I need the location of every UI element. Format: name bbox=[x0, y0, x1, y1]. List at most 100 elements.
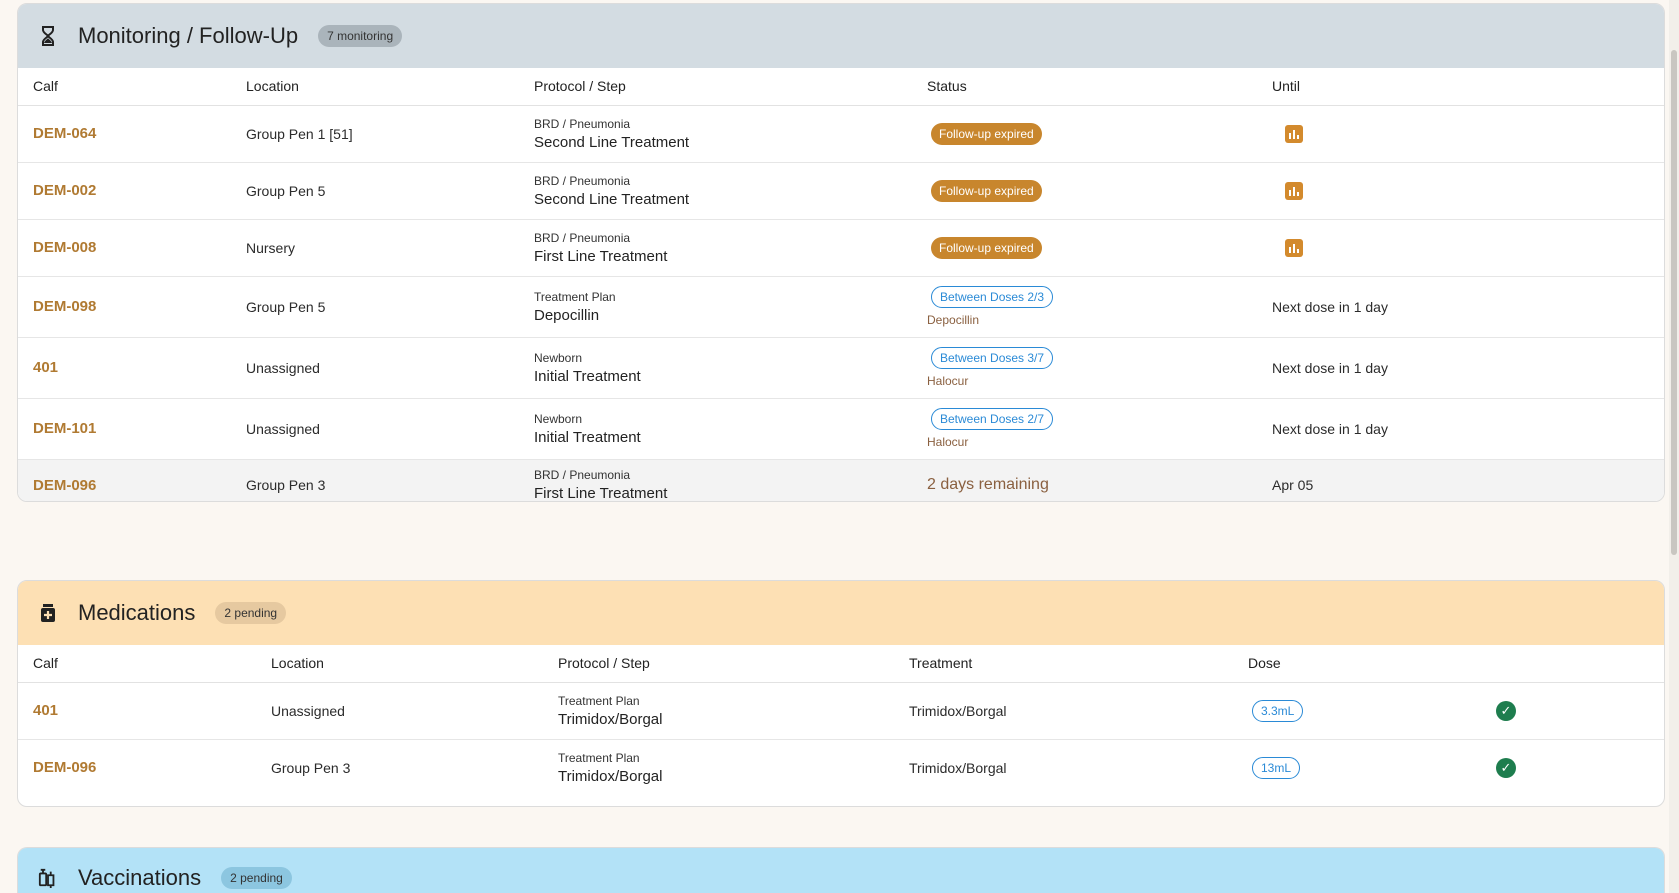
medications-count-badge: 2 pending bbox=[215, 602, 287, 624]
status-remaining: 2 days remaining bbox=[927, 476, 1049, 494]
until-cell: Apr 05 bbox=[1272, 477, 1314, 494]
col-header-location: Location bbox=[246, 68, 534, 106]
location-cell: Nursery bbox=[246, 219, 534, 277]
location-cell: Group Pen 3 bbox=[271, 759, 351, 776]
status-drug: Depocillin bbox=[927, 313, 980, 327]
status-drug: Halocur bbox=[927, 435, 969, 449]
protocol-step: Initial Treatment bbox=[534, 428, 641, 446]
status-badge: Follow-up expired bbox=[931, 122, 1042, 145]
calf-link[interactable]: 401 bbox=[33, 702, 58, 719]
treatment-cell: Trimidox/Borgal bbox=[909, 759, 1007, 776]
table-row[interactable]: DEM-008 Nursery BRD / Pneumonia First Lin… bbox=[18, 219, 1664, 277]
table-row[interactable]: DEM-064 Group Pen 1 [51] BRD / Pneumonia… bbox=[18, 105, 1664, 163]
protocol-step: Second Line Treatment bbox=[534, 190, 690, 208]
medications-title: Medications bbox=[78, 600, 196, 625]
check-circle-icon[interactable]: ✓ bbox=[1496, 700, 1516, 721]
location-cell: Unassigned bbox=[246, 337, 534, 399]
calf-link[interactable]: DEM-064 bbox=[33, 125, 96, 142]
monitoring-count-badge: 7 monitoring bbox=[318, 25, 403, 47]
table-row[interactable]: 401 Unassigned Newborn Initial Treatment … bbox=[18, 337, 1664, 399]
table-row[interactable]: DEM-096 Group Pen 3 BRD / Pneumonia First… bbox=[18, 459, 1664, 502]
calf-link[interactable]: DEM-096 bbox=[33, 759, 96, 776]
until-cell: Next dose in 1 day bbox=[1272, 398, 1664, 460]
bar-chart-icon[interactable] bbox=[1285, 238, 1303, 257]
col-header-treatment: Treatment bbox=[909, 645, 1248, 683]
status-drug: Halocur bbox=[927, 374, 969, 388]
location-cell: Group Pen 3 bbox=[246, 477, 326, 494]
col-header-location: Location bbox=[271, 645, 558, 683]
vaccinations-section: Vaccinations 2 pending bbox=[17, 847, 1665, 893]
col-header-status: Status bbox=[927, 68, 1272, 106]
protocol-step: Second Line Treatment bbox=[534, 133, 690, 151]
table-row[interactable]: DEM-002 Group Pen 5 BRD / Pneumonia Secon… bbox=[18, 162, 1664, 220]
monitoring-section: Monitoring / Follow-Up 7 monitoring Calf… bbox=[17, 3, 1665, 502]
treatment-cell: Trimidox/Borgal bbox=[909, 682, 1248, 740]
protocol-name: Treatment Plan bbox=[558, 693, 640, 708]
medications-header: Medications 2 pending bbox=[18, 581, 1664, 645]
calf-link[interactable]: DEM-002 bbox=[33, 182, 96, 199]
protocol-name: Treatment Plan bbox=[558, 750, 640, 765]
medications-section: Medications 2 pending Calf Location Prot… bbox=[17, 580, 1665, 807]
status-badge: Between Doses 2/3 bbox=[931, 286, 1054, 308]
col-header-protocol: Protocol / Step bbox=[534, 68, 927, 106]
protocol-name: BRD / Pneumonia bbox=[534, 173, 631, 188]
col-header-calf: Calf bbox=[18, 68, 246, 106]
calf-link[interactable]: DEM-098 bbox=[33, 298, 96, 315]
vaccinations-title: Vaccinations bbox=[78, 865, 202, 890]
protocol-name: Newborn bbox=[534, 350, 583, 365]
protocol-name: BRD / Pneumonia bbox=[534, 230, 631, 245]
vaccinations-count-badge: 2 pending bbox=[221, 867, 292, 889]
protocol-step: Trimidox/Borgal bbox=[558, 710, 663, 728]
dashboard-page: Monitoring / Follow-Up 7 monitoring Calf… bbox=[0, 0, 1679, 893]
table-header-row: Calf Location Protocol / Step Status Unt… bbox=[18, 68, 1664, 106]
protocol-step: Depocillin bbox=[534, 306, 600, 324]
protocol-step: Trimidox/Borgal bbox=[558, 767, 663, 785]
calf-link[interactable]: DEM-008 bbox=[33, 239, 96, 256]
col-header-action bbox=[1496, 645, 1664, 683]
protocol-name: BRD / Pneumonia bbox=[534, 468, 631, 483]
dose-badge: 3.3mL bbox=[1252, 699, 1304, 722]
calf-link[interactable]: DEM-101 bbox=[33, 420, 96, 437]
monitoring-title: Monitoring / Follow-Up bbox=[78, 23, 299, 48]
protocol-name: BRD / Pneumonia bbox=[534, 116, 631, 131]
col-header-calf: Calf bbox=[18, 645, 271, 683]
bar-chart-icon[interactable] bbox=[1285, 181, 1303, 200]
col-header-dose: Dose bbox=[1248, 645, 1496, 683]
vaccinations-header: Vaccinations 2 pending bbox=[18, 848, 1664, 893]
table-header-row: Calf Location Protocol / Step Treatment … bbox=[18, 645, 1664, 683]
until-cell: Next dose in 1 day bbox=[1272, 337, 1664, 399]
monitoring-table: Calf Location Protocol / Step Status Unt… bbox=[18, 68, 1664, 502]
bar-chart-icon[interactable] bbox=[1285, 124, 1303, 143]
medications-table: Calf Location Protocol / Step Treatment … bbox=[18, 645, 1664, 796]
protocol-name: Newborn bbox=[534, 411, 583, 426]
protocol-step: Initial Treatment bbox=[534, 367, 641, 385]
location-cell: Unassigned bbox=[271, 682, 558, 740]
location-cell: Group Pen 5 bbox=[246, 162, 534, 220]
monitoring-header: Monitoring / Follow-Up 7 monitoring bbox=[18, 4, 1664, 68]
status-badge: Between Doses 2/7 bbox=[931, 408, 1054, 430]
location-cell: Group Pen 1 [51] bbox=[246, 105, 534, 163]
protocol-step: First Line Treatment bbox=[534, 485, 668, 502]
dose-badge: 13mL bbox=[1252, 756, 1301, 779]
until-cell: Next dose in 1 day bbox=[1272, 276, 1664, 338]
check-circle-icon[interactable]: ✓ bbox=[1496, 757, 1516, 778]
status-badge: Follow-up expired bbox=[931, 179, 1042, 202]
protocol-step: First Line Treatment bbox=[534, 247, 668, 265]
scrollbar-track[interactable] bbox=[1669, 0, 1679, 893]
table-row[interactable]: 401 Unassigned Treatment Plan Trimidox/Bo… bbox=[18, 682, 1664, 740]
status-badge: Follow-up expired bbox=[931, 236, 1042, 259]
table-row[interactable]: DEM-101 Unassigned Newborn Initial Treatm… bbox=[18, 398, 1664, 460]
calf-link[interactable]: DEM-096 bbox=[33, 477, 96, 494]
status-badge: Between Doses 3/7 bbox=[931, 347, 1054, 369]
calf-link[interactable]: 401 bbox=[33, 359, 58, 376]
hourglass-icon bbox=[38, 24, 58, 48]
col-header-protocol: Protocol / Step bbox=[558, 645, 909, 683]
syringe-vial-icon bbox=[38, 866, 58, 890]
table-row[interactable]: DEM-096 Group Pen 3 Treatment Plan Trimid… bbox=[18, 739, 1664, 796]
col-header-until: Until bbox=[1272, 68, 1664, 106]
medicine-box-icon bbox=[38, 601, 58, 625]
location-cell: Unassigned bbox=[246, 398, 534, 460]
scrollbar-thumb[interactable] bbox=[1671, 50, 1677, 555]
table-row[interactable]: DEM-098 Group Pen 5 Treatment Plan Depoci… bbox=[18, 276, 1664, 338]
protocol-name: Treatment Plan bbox=[534, 289, 616, 304]
